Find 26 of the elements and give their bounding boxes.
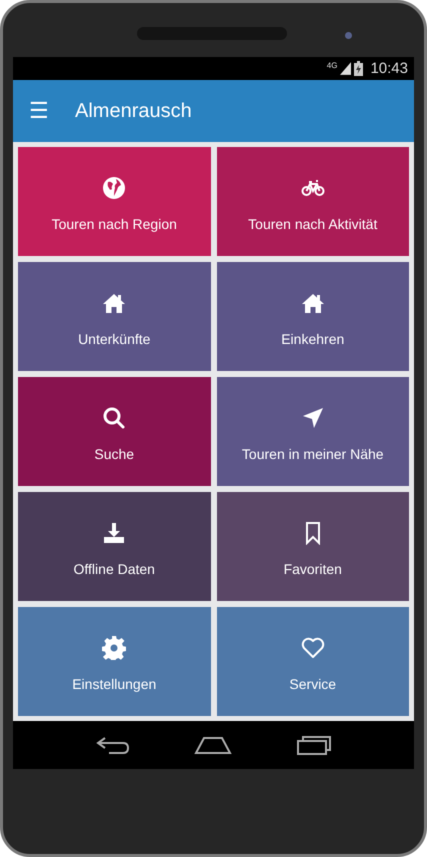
- camera-lens: [345, 32, 352, 39]
- app-title: Almenrausch: [75, 100, 192, 122]
- clock: 10:43: [370, 60, 408, 77]
- download-icon: [102, 520, 126, 544]
- battery-icon: [354, 61, 364, 76]
- menu-tile[interactable]: Suche: [18, 377, 210, 486]
- globe-icon: [102, 176, 126, 200]
- search-icon: [102, 406, 126, 430]
- navigation-arrow-icon: [300, 406, 325, 430]
- menu-tile[interactable]: Einstellungen: [18, 607, 210, 716]
- menu-tile[interactable]: Favoriten: [216, 492, 409, 601]
- signal-icon: [340, 62, 352, 75]
- menu-button[interactable]: ☰: [13, 100, 65, 122]
- menu-tile[interactable]: Offline Daten: [18, 492, 210, 601]
- menu-tile[interactable]: Einkehren: [216, 262, 409, 371]
- menu-tile[interactable]: Unterkünfte: [18, 262, 210, 371]
- menu-tile[interactable]: Touren nach Region: [18, 147, 210, 256]
- menu-tile[interactable]: Service: [216, 607, 409, 716]
- menu-tile[interactable]: Touren nach Aktivität: [216, 147, 409, 256]
- menu-tile[interactable]: Touren in meiner Nähe: [216, 377, 409, 486]
- network-type: 4G: [326, 61, 338, 70]
- back-icon[interactable]: [94, 735, 131, 755]
- home-icon[interactable]: [194, 735, 232, 755]
- heart-icon: [300, 636, 325, 660]
- settings-icon: [102, 636, 126, 660]
- recent-apps-icon[interactable]: [296, 735, 332, 755]
